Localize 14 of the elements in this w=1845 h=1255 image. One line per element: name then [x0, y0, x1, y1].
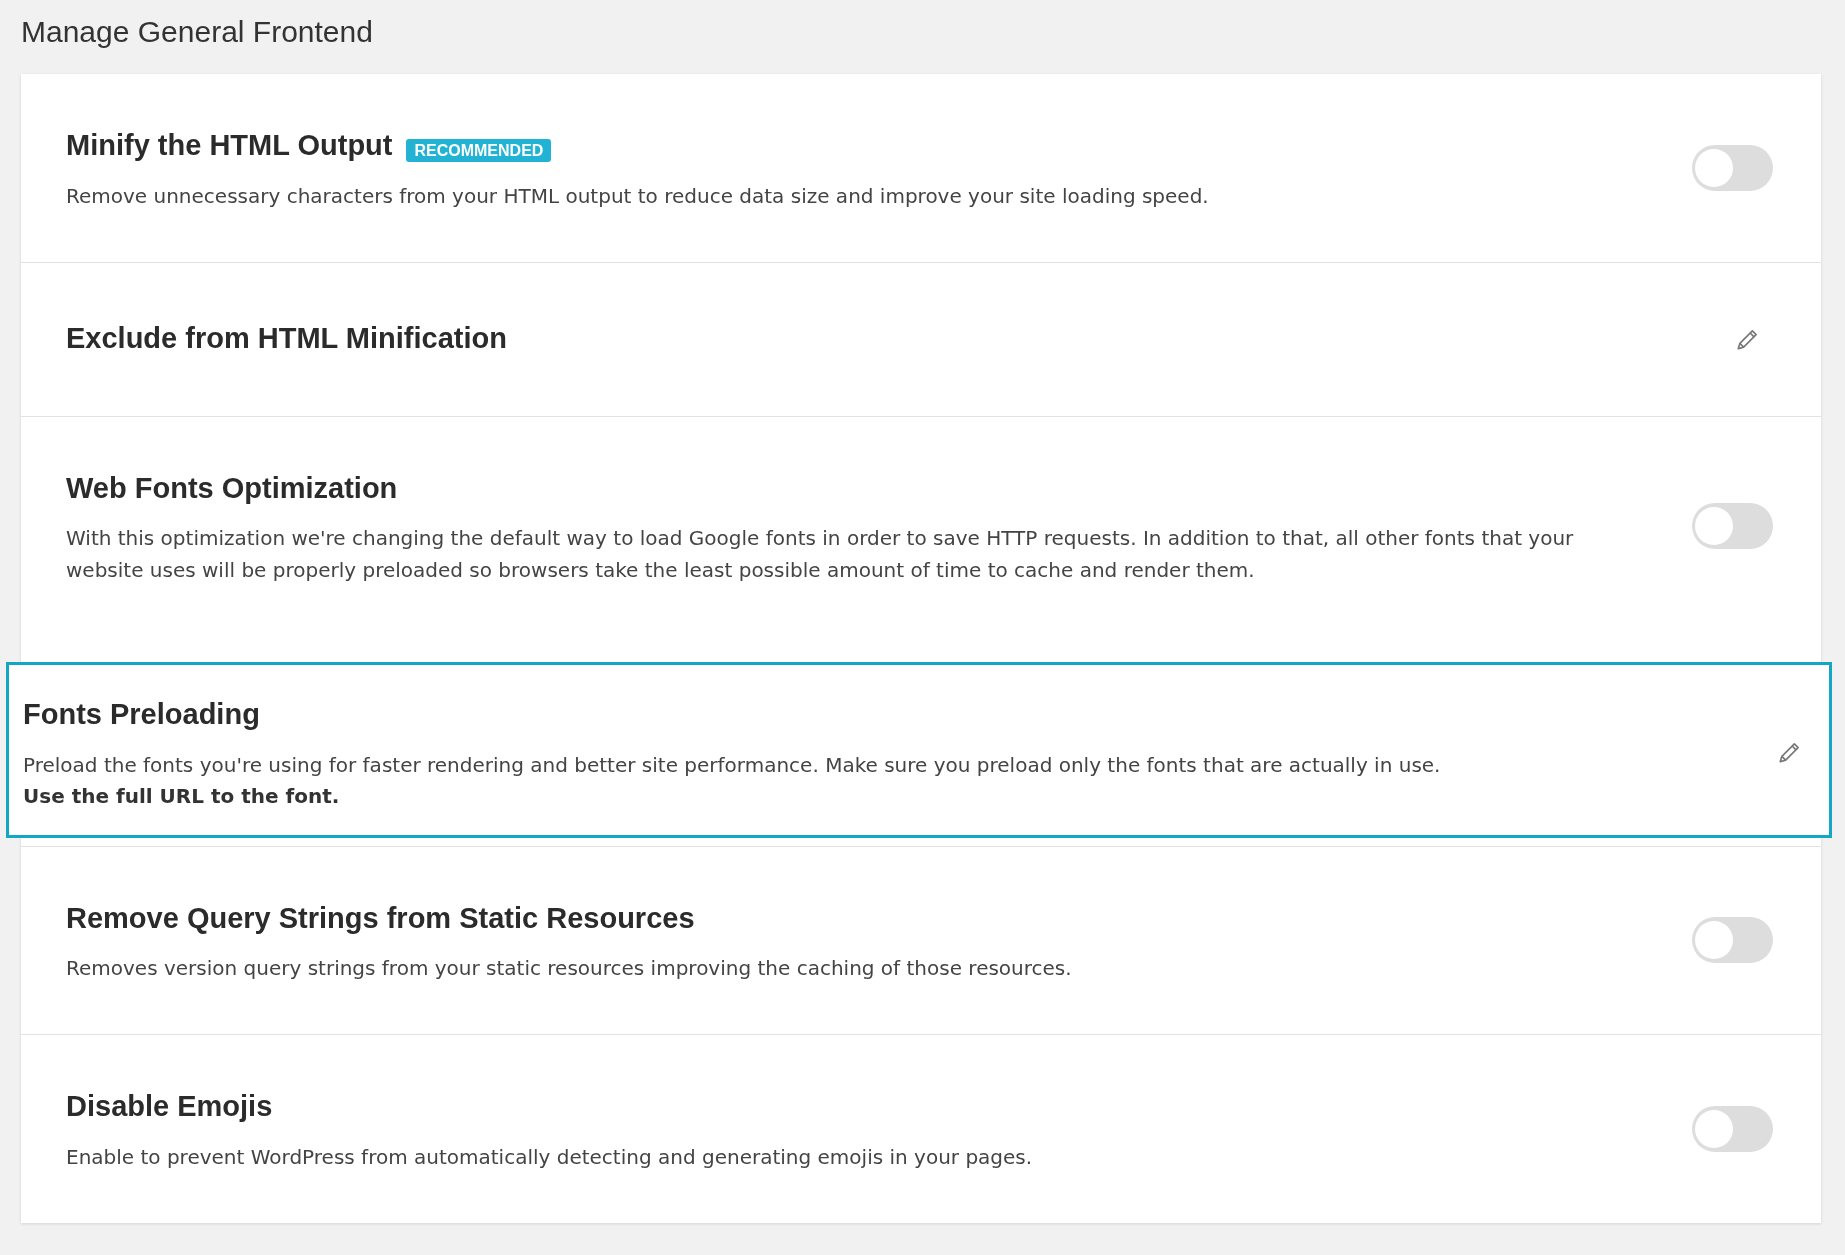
setting-title: Web Fonts Optimization — [66, 471, 398, 504]
setting-title: Exclude from HTML Minification — [66, 322, 507, 355]
setting-description: Preload the fonts you're using for faster rendering and better site performance. Make sure you preload only the fonts that are actually in use. — [23, 751, 1442, 779]
setting-description: Removes version query strings from your static resources improving the caching of those resources. — [66, 955, 1073, 982]
page-title: Manage General Frontend — [21, 14, 374, 50]
setting-title: Fonts Preloading — [23, 698, 260, 730]
setting-title: Minify the HTML Output — [66, 129, 393, 161]
setting-title: Remove Query Strings from Static Resources — [66, 901, 695, 934]
setting-description: Enable to prevent WordPress from automatically detecting and generating emojis in your pages. — [66, 1143, 1034, 1171]
setting-description: With this optimization we're changing the default way to load Google fonts in order to save HTTP requests. In addition to that, all other fonts that your website uses will be properly preloaded so browsers take the least possible amount of time to cache and render them. — [66, 525, 1575, 584]
recommended-badge: RECOMMENDED — [406, 138, 552, 162]
setting-title: Disable Emojis — [66, 1090, 273, 1122]
setting-note: Use the full URL to the font. — [23, 782, 341, 810]
setting-description: Remove unnecessary characters from your HTML output to reduce data size and improve your site loading speed. — [66, 182, 1210, 210]
